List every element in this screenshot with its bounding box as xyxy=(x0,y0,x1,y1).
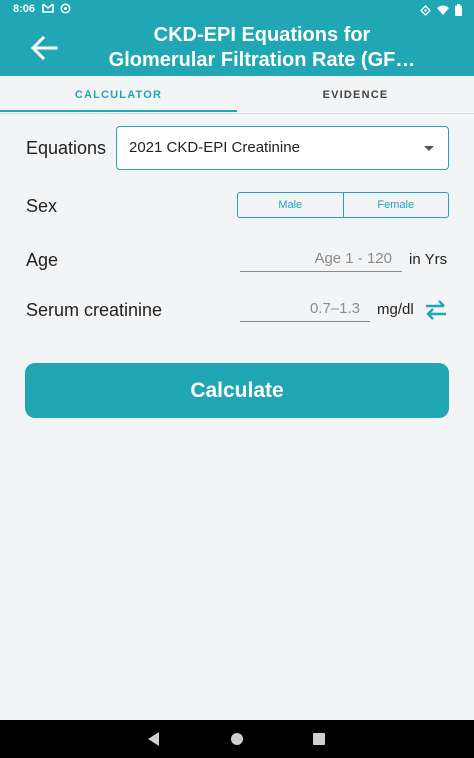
calculate-button[interactable]: Calculate xyxy=(25,363,449,418)
wifi-icon xyxy=(437,5,449,15)
sex-option-female[interactable]: Female xyxy=(342,193,449,217)
sync-icon xyxy=(60,3,71,14)
sex-label: Sex xyxy=(26,196,58,216)
creatinine-input[interactable]: 0.7–1.3 xyxy=(240,298,370,322)
system-icons xyxy=(420,4,462,16)
app-bar: CKD-EPI Equations for Glomerular Filtrat… xyxy=(0,20,474,76)
age-unit: in Yrs xyxy=(409,251,448,268)
system-nav-bar xyxy=(0,720,474,758)
swap-units-icon[interactable] xyxy=(424,299,448,321)
nav-recents-icon[interactable] xyxy=(313,733,325,745)
back-arrow-icon[interactable] xyxy=(28,34,60,62)
battery-icon xyxy=(455,4,462,16)
age-placeholder: Age 1 - 120 xyxy=(314,250,392,267)
notification-icons xyxy=(42,3,71,14)
nav-back-icon[interactable] xyxy=(148,732,159,746)
page-title: CKD-EPI Equations for Glomerular Filtrat… xyxy=(60,23,464,73)
age-label: Age xyxy=(26,250,59,270)
signal-icon xyxy=(420,4,431,16)
status-time: 8:06 xyxy=(13,3,36,15)
creatinine-placeholder: 0.7–1.3 xyxy=(309,300,360,317)
title-line-2: Glomerular Filtration Rate (GF… xyxy=(108,49,416,71)
creatinine-unit: mg/dl xyxy=(377,301,414,318)
gmail-icon xyxy=(42,3,54,13)
dropdown-arrow-icon xyxy=(424,146,434,151)
creatinine-label: Serum creatinine xyxy=(26,300,163,320)
sex-toggle: Male Female xyxy=(237,192,449,218)
age-input[interactable]: Age 1 - 120 xyxy=(240,248,402,272)
equations-selected-value: 2021 CKD-EPI Creatinine xyxy=(129,139,300,156)
tab-calculator[interactable]: CALCULATOR xyxy=(0,76,237,114)
tab-evidence[interactable]: EVIDENCE xyxy=(237,76,474,114)
status-bar: 8:06 xyxy=(0,0,474,20)
tab-bar: CALCULATOR EVIDENCE xyxy=(0,76,474,114)
equations-dropdown[interactable]: 2021 CKD-EPI Creatinine xyxy=(116,126,449,170)
equations-label: Equations xyxy=(26,138,107,158)
title-line-1: CKD-EPI Equations for xyxy=(153,24,371,46)
nav-home-icon[interactable] xyxy=(231,733,243,745)
sex-option-male[interactable]: Male xyxy=(238,193,343,217)
active-tab-indicator xyxy=(0,110,237,112)
